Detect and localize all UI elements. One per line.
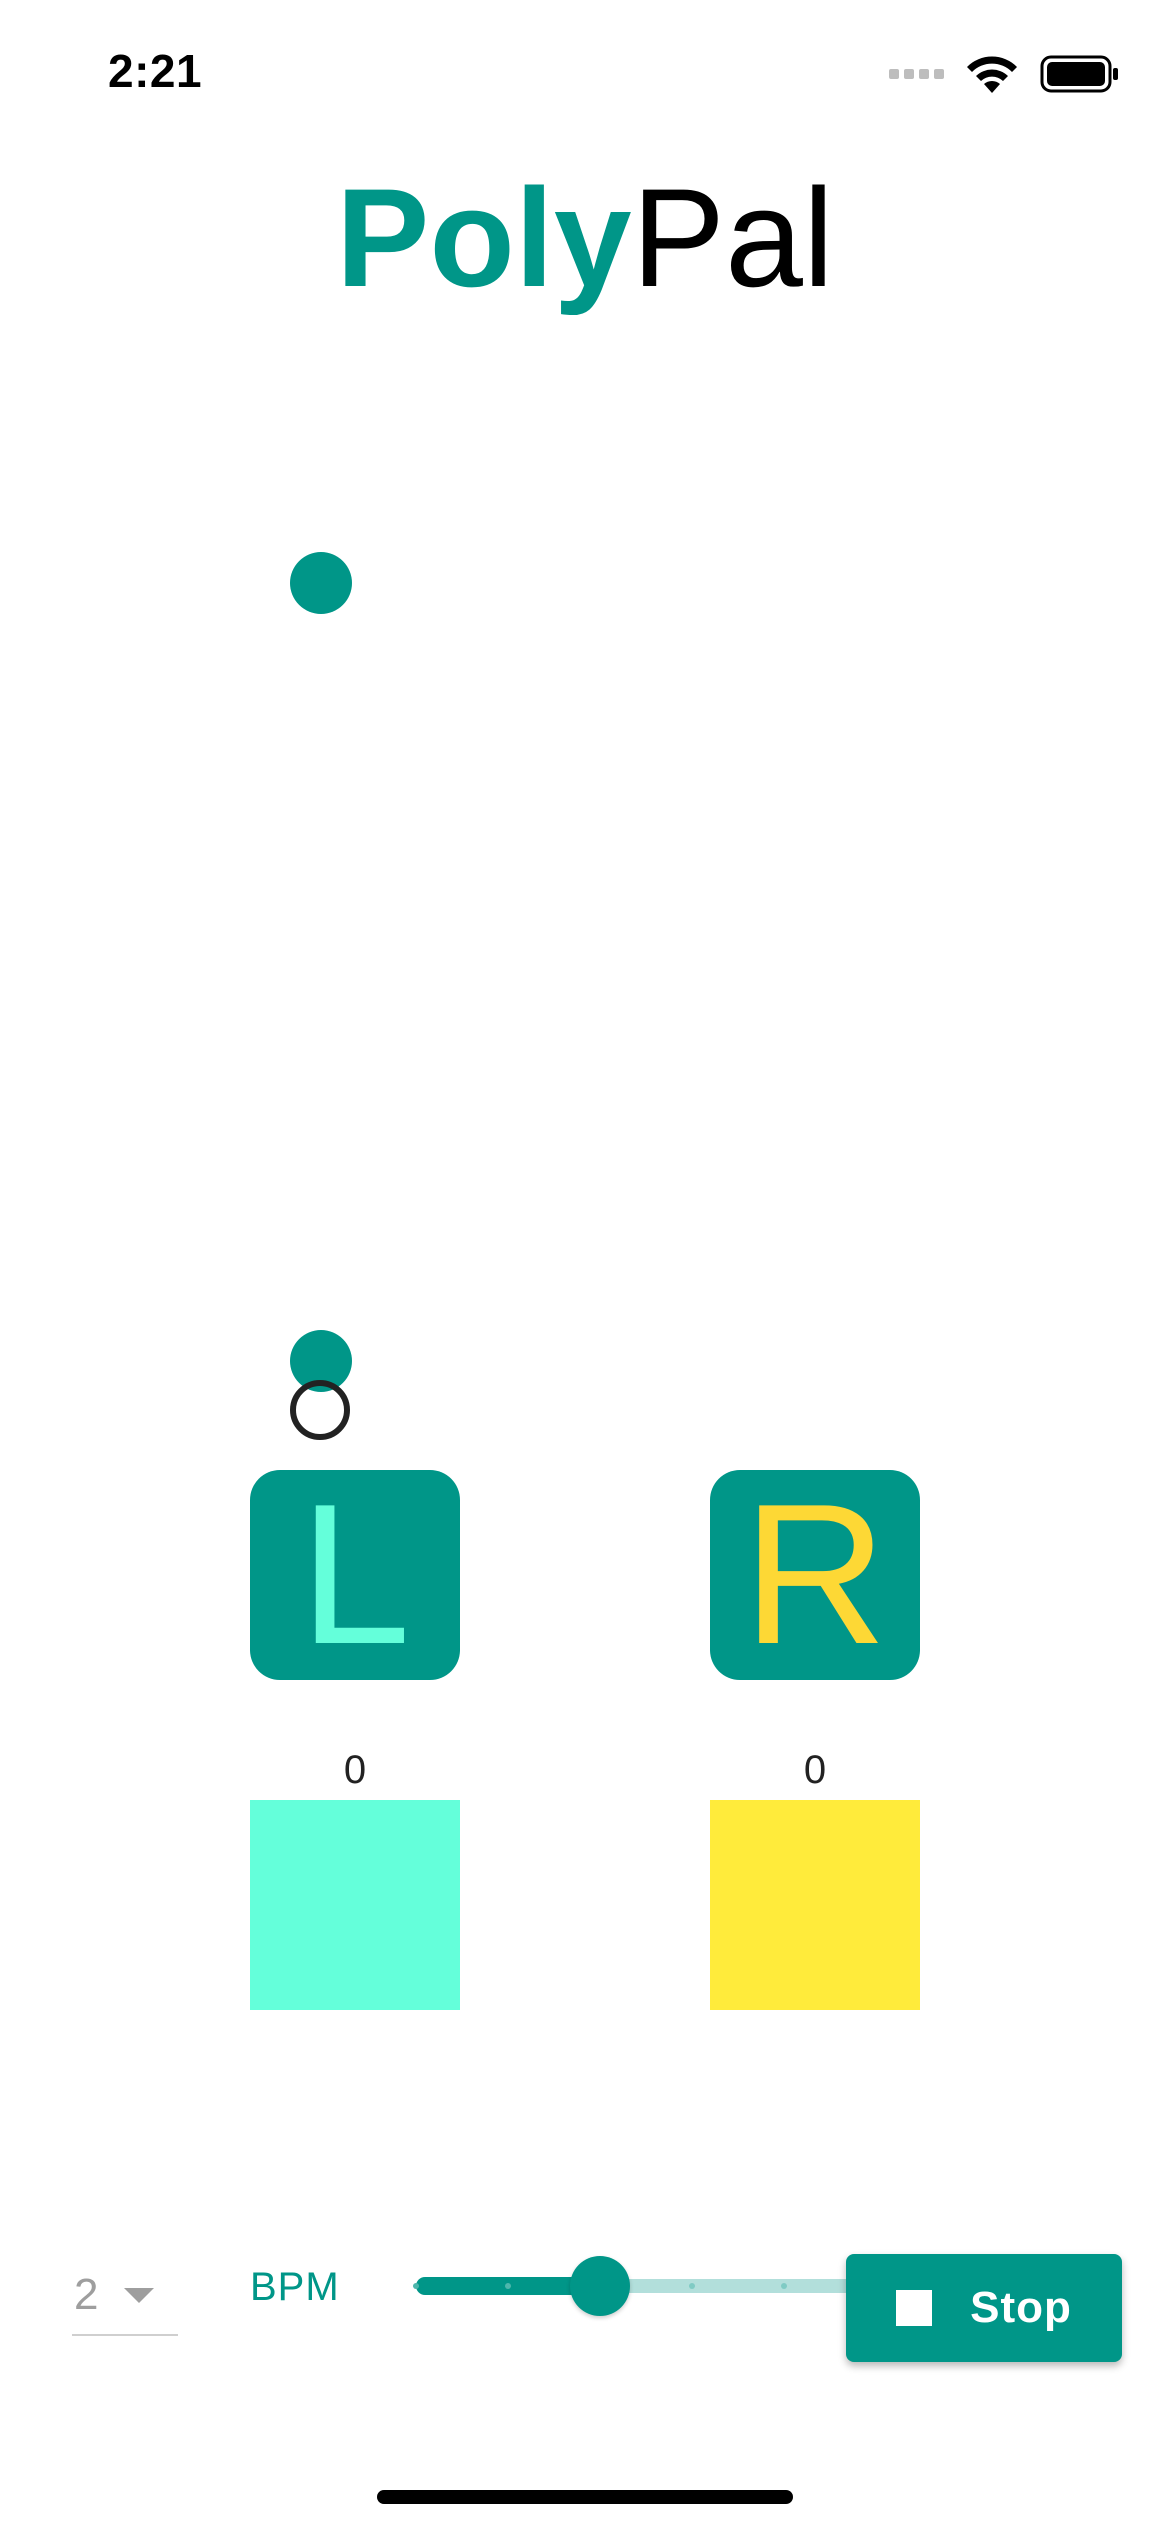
app-title-poly: Poly <box>336 159 632 316</box>
stop-icon <box>896 2290 933 2326</box>
left-count: 0 <box>343 1748 367 1792</box>
bpm-slider[interactable] <box>412 2256 882 2316</box>
left-beat-button[interactable]: L <box>250 1470 460 1680</box>
stop-button[interactable]: Stop <box>846 2254 1122 2362</box>
home-indicator <box>377 2490 793 2504</box>
slider-tick <box>505 2283 511 2289</box>
status-time: 2:21 <box>108 45 203 97</box>
chevron-down-icon <box>124 2287 155 2303</box>
left-beat-indicator <box>250 1800 460 2010</box>
app-screen: 2:21 PolyPal L R 0 0 2 BPM Stop <box>0 0 1170 2532</box>
wifi-icon <box>967 56 1017 93</box>
slider-tick <box>689 2283 695 2289</box>
battery-icon <box>1040 55 1118 93</box>
beat-dot-outline <box>290 1380 350 1440</box>
slider-tick <box>413 2283 419 2289</box>
app-title-pal: Pal <box>631 159 834 316</box>
right-count: 0 <box>803 1748 827 1792</box>
subdivision-value: 2 <box>74 2270 99 2319</box>
slider-tick <box>781 2283 787 2289</box>
app-title: PolyPal <box>0 168 1170 308</box>
signal-icon <box>889 69 944 79</box>
right-beat-button[interactable]: R <box>710 1470 920 1680</box>
right-beat-indicator <box>710 1800 920 2010</box>
slider-thumb[interactable] <box>570 2256 630 2316</box>
stop-label: Stop <box>970 2283 1072 2332</box>
beat-dot-top <box>290 552 352 614</box>
subdivision-dropdown[interactable]: 2 <box>72 2256 178 2336</box>
status-icons <box>889 52 1120 96</box>
bpm-label: BPM <box>250 2265 340 2309</box>
